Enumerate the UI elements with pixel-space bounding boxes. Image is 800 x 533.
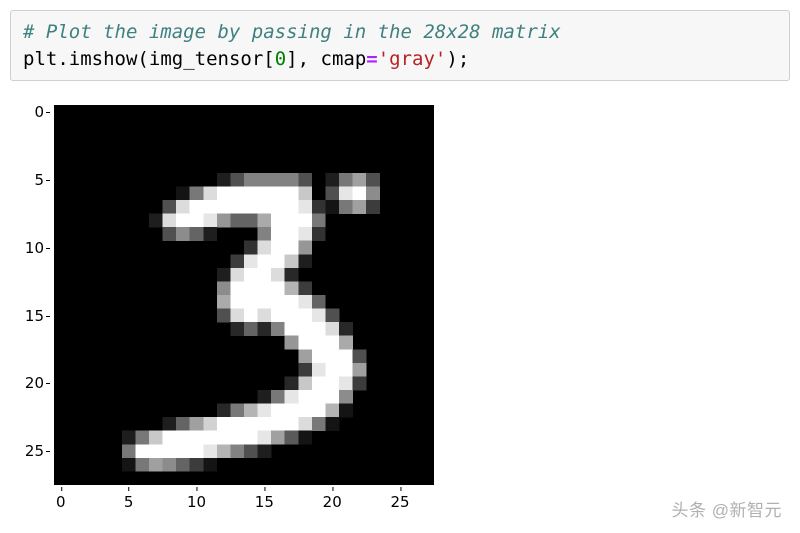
- plot-output: 0 5 10 15 20 25 0 5 10 15 20 25: [18, 95, 448, 525]
- code-token: plt: [23, 48, 57, 70]
- x-axis: 0 5 10 15 20 25: [54, 487, 434, 517]
- code-token: .: [57, 48, 68, 70]
- plot-area: 0 5 10 15 20 25 0 5 10 15 20 25: [18, 95, 448, 525]
- code-cell: # Plot the image by passing in the 28x28…: [10, 10, 790, 81]
- y-axis: 0 5 10 15 20 25: [18, 105, 50, 485]
- code-token: imshow: [69, 48, 138, 70]
- code-token: ]: [286, 48, 297, 70]
- x-tick-label: 5: [124, 493, 134, 511]
- code-token: [: [263, 48, 274, 70]
- y-tick-label: 5: [34, 171, 44, 189]
- y-tick-label: 0: [34, 103, 44, 121]
- y-tick-label: 20: [25, 374, 44, 392]
- code-token: cmap: [321, 48, 367, 70]
- code-token: (: [137, 48, 148, 70]
- code-comment: # Plot the image by passing in the 28x28…: [23, 21, 561, 43]
- x-tick-label: 0: [56, 493, 66, 511]
- code-token: 0: [275, 48, 286, 70]
- y-tick-label: 15: [25, 307, 44, 325]
- x-tick-label: 10: [187, 493, 206, 511]
- code-token: );: [446, 48, 469, 70]
- x-tick-label: 20: [323, 493, 342, 511]
- code-token: img_tensor: [149, 48, 263, 70]
- y-tick-label: 10: [25, 239, 44, 257]
- code-token: =: [366, 48, 377, 70]
- y-tick-label: 25: [25, 442, 44, 460]
- x-tick-label: 15: [255, 493, 274, 511]
- code-token: 'gray': [378, 48, 447, 70]
- x-tick-label: 25: [391, 493, 410, 511]
- source-credit: 头条 @新智元: [672, 496, 782, 521]
- code-token: ,: [298, 48, 321, 70]
- heatmap-canvas: [54, 105, 434, 485]
